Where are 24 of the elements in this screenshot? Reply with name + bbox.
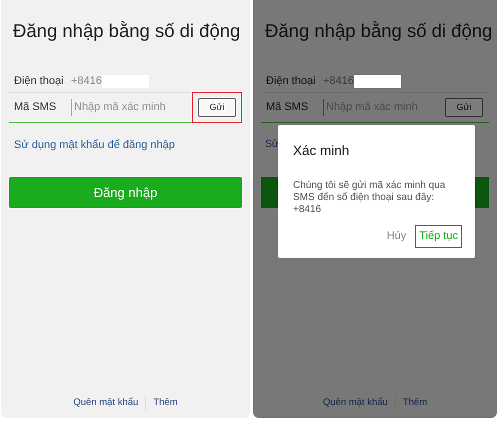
page-title: Đăng nhập bằng số di động: [265, 19, 494, 43]
send-button[interactable]: Gửi: [198, 98, 236, 117]
field-label: Điện thoại: [14, 74, 65, 89]
footer-link[interactable]: Thêm: [146, 396, 185, 410]
redacted-bar: [354, 74, 401, 88]
footer-link[interactable]: Thêm: [396, 396, 434, 410]
login-button[interactable]: Đăng nhập: [9, 177, 242, 208]
code-input-field[interactable]: Nhập mã xác minh: [71, 99, 192, 116]
cancel-button[interactable]: Hủy: [384, 226, 410, 247]
footer-link[interactable]: Quên mật khẩu: [66, 396, 146, 410]
field-label: Mã SMS: [14, 100, 58, 115]
field-label: Điện thoại: [266, 74, 317, 89]
phone-number: +8416: [323, 74, 354, 89]
login-button-edge: [475, 176, 489, 208]
field-label: Mã SMS: [266, 100, 310, 115]
phone-number: +8416: [71, 74, 102, 89]
send-button[interactable]: Gửi: [445, 98, 483, 117]
login-button-edge: [261, 176, 278, 208]
dialog-title: Xác minh: [293, 142, 350, 160]
footer-link[interactable]: Quên mật khẩu: [316, 396, 395, 410]
continue-button[interactable]: Tiếp tục: [415, 225, 462, 248]
page-title: Đăng nhập bằng số di động: [13, 19, 242, 43]
password-login-link[interactable]: Sử dụng mật khẩu để đăng nhập: [14, 136, 250, 154]
dialog-message: Chúng tôi sẽ gửi mã xác minh qua SMS đến số điện thoại sau đây: +8416: [293, 180, 446, 216]
